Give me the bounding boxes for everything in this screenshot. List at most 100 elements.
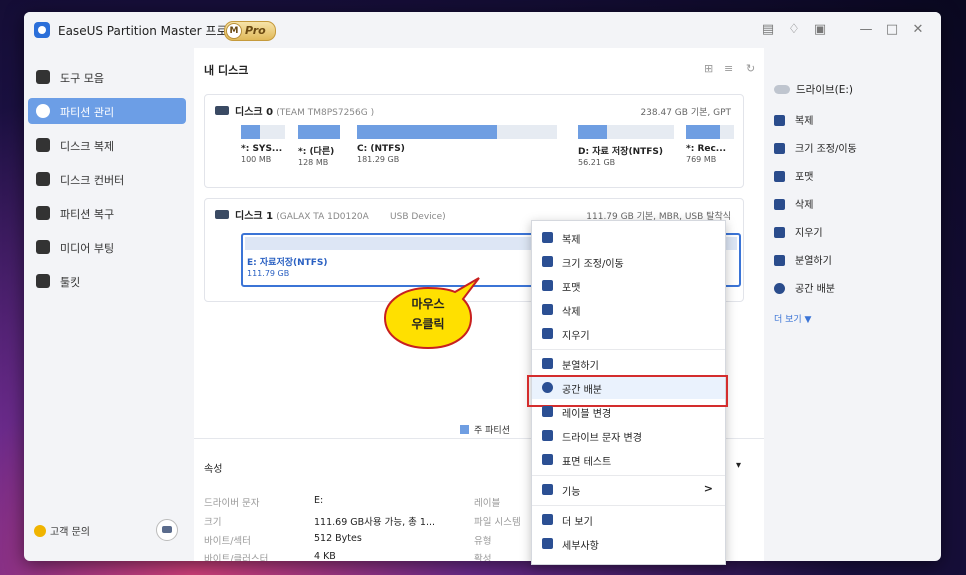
ctx-item-split[interactable]: 분열하기 [532, 353, 725, 375]
easeus-logo-icon [34, 22, 50, 38]
list-view-icon[interactable]: ≡ [724, 62, 733, 75]
legend-primary-partition: 주 파티션 [460, 423, 510, 436]
partition-other[interactable]: *: (다른) 128 MB [298, 125, 340, 167]
right-action-panel: 드라이브(E:) 복제 크기 조정/이동 포맷 삭제 지우기 분열하기 공간 배… [764, 48, 941, 561]
sidebar-item-label: 파티션 관리 [60, 106, 115, 119]
submenu-arrow-icon: > [703, 482, 713, 495]
partition-recovery[interactable]: *: Rec... 769 MB [686, 125, 734, 164]
chat-button[interactable] [156, 519, 178, 541]
more-actions-link[interactable]: 더 보기 ▼ [774, 312, 811, 325]
bell-icon[interactable]: ♢ [786, 22, 802, 38]
ctx-item-delete[interactable]: 삭제 [532, 299, 725, 321]
partition-name: *: SYS... [241, 144, 283, 154]
ctx-item-clone[interactable]: 복제 [532, 227, 725, 249]
partition-size: 56.21 GB [578, 158, 616, 167]
partition-size: 111.79 GB [247, 269, 290, 278]
ctx-item-surface-test[interactable]: 표면 테스트 [532, 449, 725, 471]
disk-0-header: 디스크 0 (TEAM TM8PS7256G ) [215, 103, 374, 118]
ctx-label: 복제 [562, 235, 581, 246]
disk-0-card[interactable]: 디스크 0 (TEAM TM8PS7256G ) 238.47 GB 기본, G… [204, 94, 744, 188]
pro-badge[interactable]: M Pro [224, 21, 276, 41]
ctx-label: 더 보기 [562, 517, 593, 528]
prop-value: E: [314, 495, 324, 506]
action-label: 포맷 [795, 172, 814, 183]
prop-key: 바이트/클러스터 [204, 554, 269, 561]
ctx-item-resize[interactable]: 크기 조정/이동 [532, 251, 725, 273]
title-bar: EaseUS Partition Master 프로 버전 M Pro ▤ ♢ … [24, 12, 941, 48]
eraser-icon [542, 328, 553, 339]
ctx-item-change-label[interactable]: 레이블 변경 [532, 401, 725, 423]
prop-key: 유형 [474, 536, 492, 547]
support-link[interactable]: 고객 문의 [34, 523, 90, 538]
ctx-label: 분열하기 [562, 361, 599, 372]
partition-size: 769 MB [686, 155, 717, 164]
sidebar-item-label: 디스크 컨버터 [60, 174, 125, 187]
grid-view-icon[interactable]: ⊞ [704, 62, 713, 75]
partition-name: D: 자료 저장(NTFS) [578, 147, 663, 157]
surface-test-icon [542, 454, 553, 465]
action-delete[interactable]: 삭제 [774, 196, 813, 211]
ctx-item-allocate-space[interactable]: 공간 배분 [527, 375, 728, 407]
disk-0-model: (TEAM TM8PS7256G ) [276, 108, 375, 118]
maximize-icon[interactable]: □ [884, 22, 900, 38]
eraser-icon [774, 227, 785, 238]
properties-collapse-icon[interactable]: ▾ [736, 460, 741, 471]
callout-line-2: 우클릭 [411, 317, 445, 331]
sidebar-item-label: 툴킷 [60, 276, 81, 289]
ctx-item-details[interactable]: 세부사항 [532, 533, 725, 555]
partition-d[interactable]: D: 자료 저장(NTFS) 56.21 GB [578, 125, 674, 167]
minimize-tray-icon[interactable]: ▣ [812, 22, 828, 38]
ctx-label: 레이블 변경 [562, 409, 612, 420]
drive-icon [774, 85, 790, 94]
label-icon [542, 406, 553, 417]
ctx-item-wipe[interactable]: 지우기 [532, 323, 725, 345]
action-label: 삭제 [795, 200, 814, 211]
format-icon [542, 280, 553, 291]
ctx-label: 삭제 [562, 307, 581, 318]
details-icon [542, 538, 553, 549]
sidebar-item-media-boot[interactable]: 미디어 부팅 [28, 234, 186, 260]
pro-badge-text: Pro [245, 24, 266, 37]
action-resize[interactable]: 크기 조정/이동 [774, 140, 857, 155]
clone-icon [774, 115, 785, 126]
sidebar-item-disk-clone[interactable]: 디스크 복제 [28, 132, 186, 158]
support-icon [34, 525, 46, 537]
action-label: 복제 [795, 116, 814, 127]
legend-swatch [460, 425, 469, 434]
disk-1-header: 디스크 1 (GALAX TA 1D0120A USB Device) [215, 207, 446, 222]
partition-sys[interactable]: *: SYS... 100 MB [241, 125, 285, 164]
resize-icon [774, 143, 785, 154]
ctx-item-features[interactable]: 기능 > [532, 479, 725, 501]
partition-size: 100 MB [241, 155, 272, 164]
prop-value: 512 Bytes [314, 533, 362, 544]
partition-c[interactable]: C: (NTFS) 181.29 GB [357, 125, 557, 164]
clone-icon [542, 232, 553, 243]
action-label: 크기 조정/이동 [795, 144, 857, 155]
minimize-icon[interactable]: — [858, 22, 874, 38]
prop-key: 드라이버 문자 [204, 498, 260, 509]
media-boot-icon [36, 240, 50, 254]
action-split[interactable]: 분열하기 [774, 252, 832, 267]
disk-0-info: 238.47 GB 기본, GPT [640, 108, 731, 118]
callout-text: 마우스 우클릭 [383, 294, 473, 334]
sidebar-item-disk-converter[interactable]: 디스크 컨버터 [28, 166, 186, 192]
sidebar-item-toolbox[interactable]: 도구 모음 [28, 64, 186, 90]
action-allocate-space[interactable]: 공간 배분 [774, 280, 835, 295]
notes-icon[interactable]: ▤ [760, 22, 776, 38]
resize-icon [542, 256, 553, 267]
sidebar-item-partition-recovery[interactable]: 파티션 복구 [28, 200, 186, 226]
action-wipe[interactable]: 지우기 [774, 224, 823, 239]
close-icon[interactable]: ✕ [910, 22, 926, 38]
ctx-item-format[interactable]: 포맷 [532, 275, 725, 297]
ctx-item-change-drive-letter[interactable]: 드라이브 문자 변경 [532, 425, 725, 447]
disk-0-name: 디스크 0 [235, 107, 274, 118]
action-clone[interactable]: 복제 [774, 112, 813, 127]
action-format[interactable]: 포맷 [774, 168, 813, 183]
partition-name: C: (NTFS) [357, 144, 405, 154]
ctx-label: 드라이브 문자 변경 [562, 433, 642, 444]
sidebar-item-toolkit[interactable]: 툴킷 [28, 268, 186, 294]
refresh-icon[interactable]: ↻ [746, 62, 755, 75]
ctx-item-more[interactable]: 더 보기 [532, 509, 725, 531]
prop-key: 활성 [474, 554, 492, 561]
sidebar-item-partition-manage[interactable]: 파티션 관리 [28, 98, 186, 124]
